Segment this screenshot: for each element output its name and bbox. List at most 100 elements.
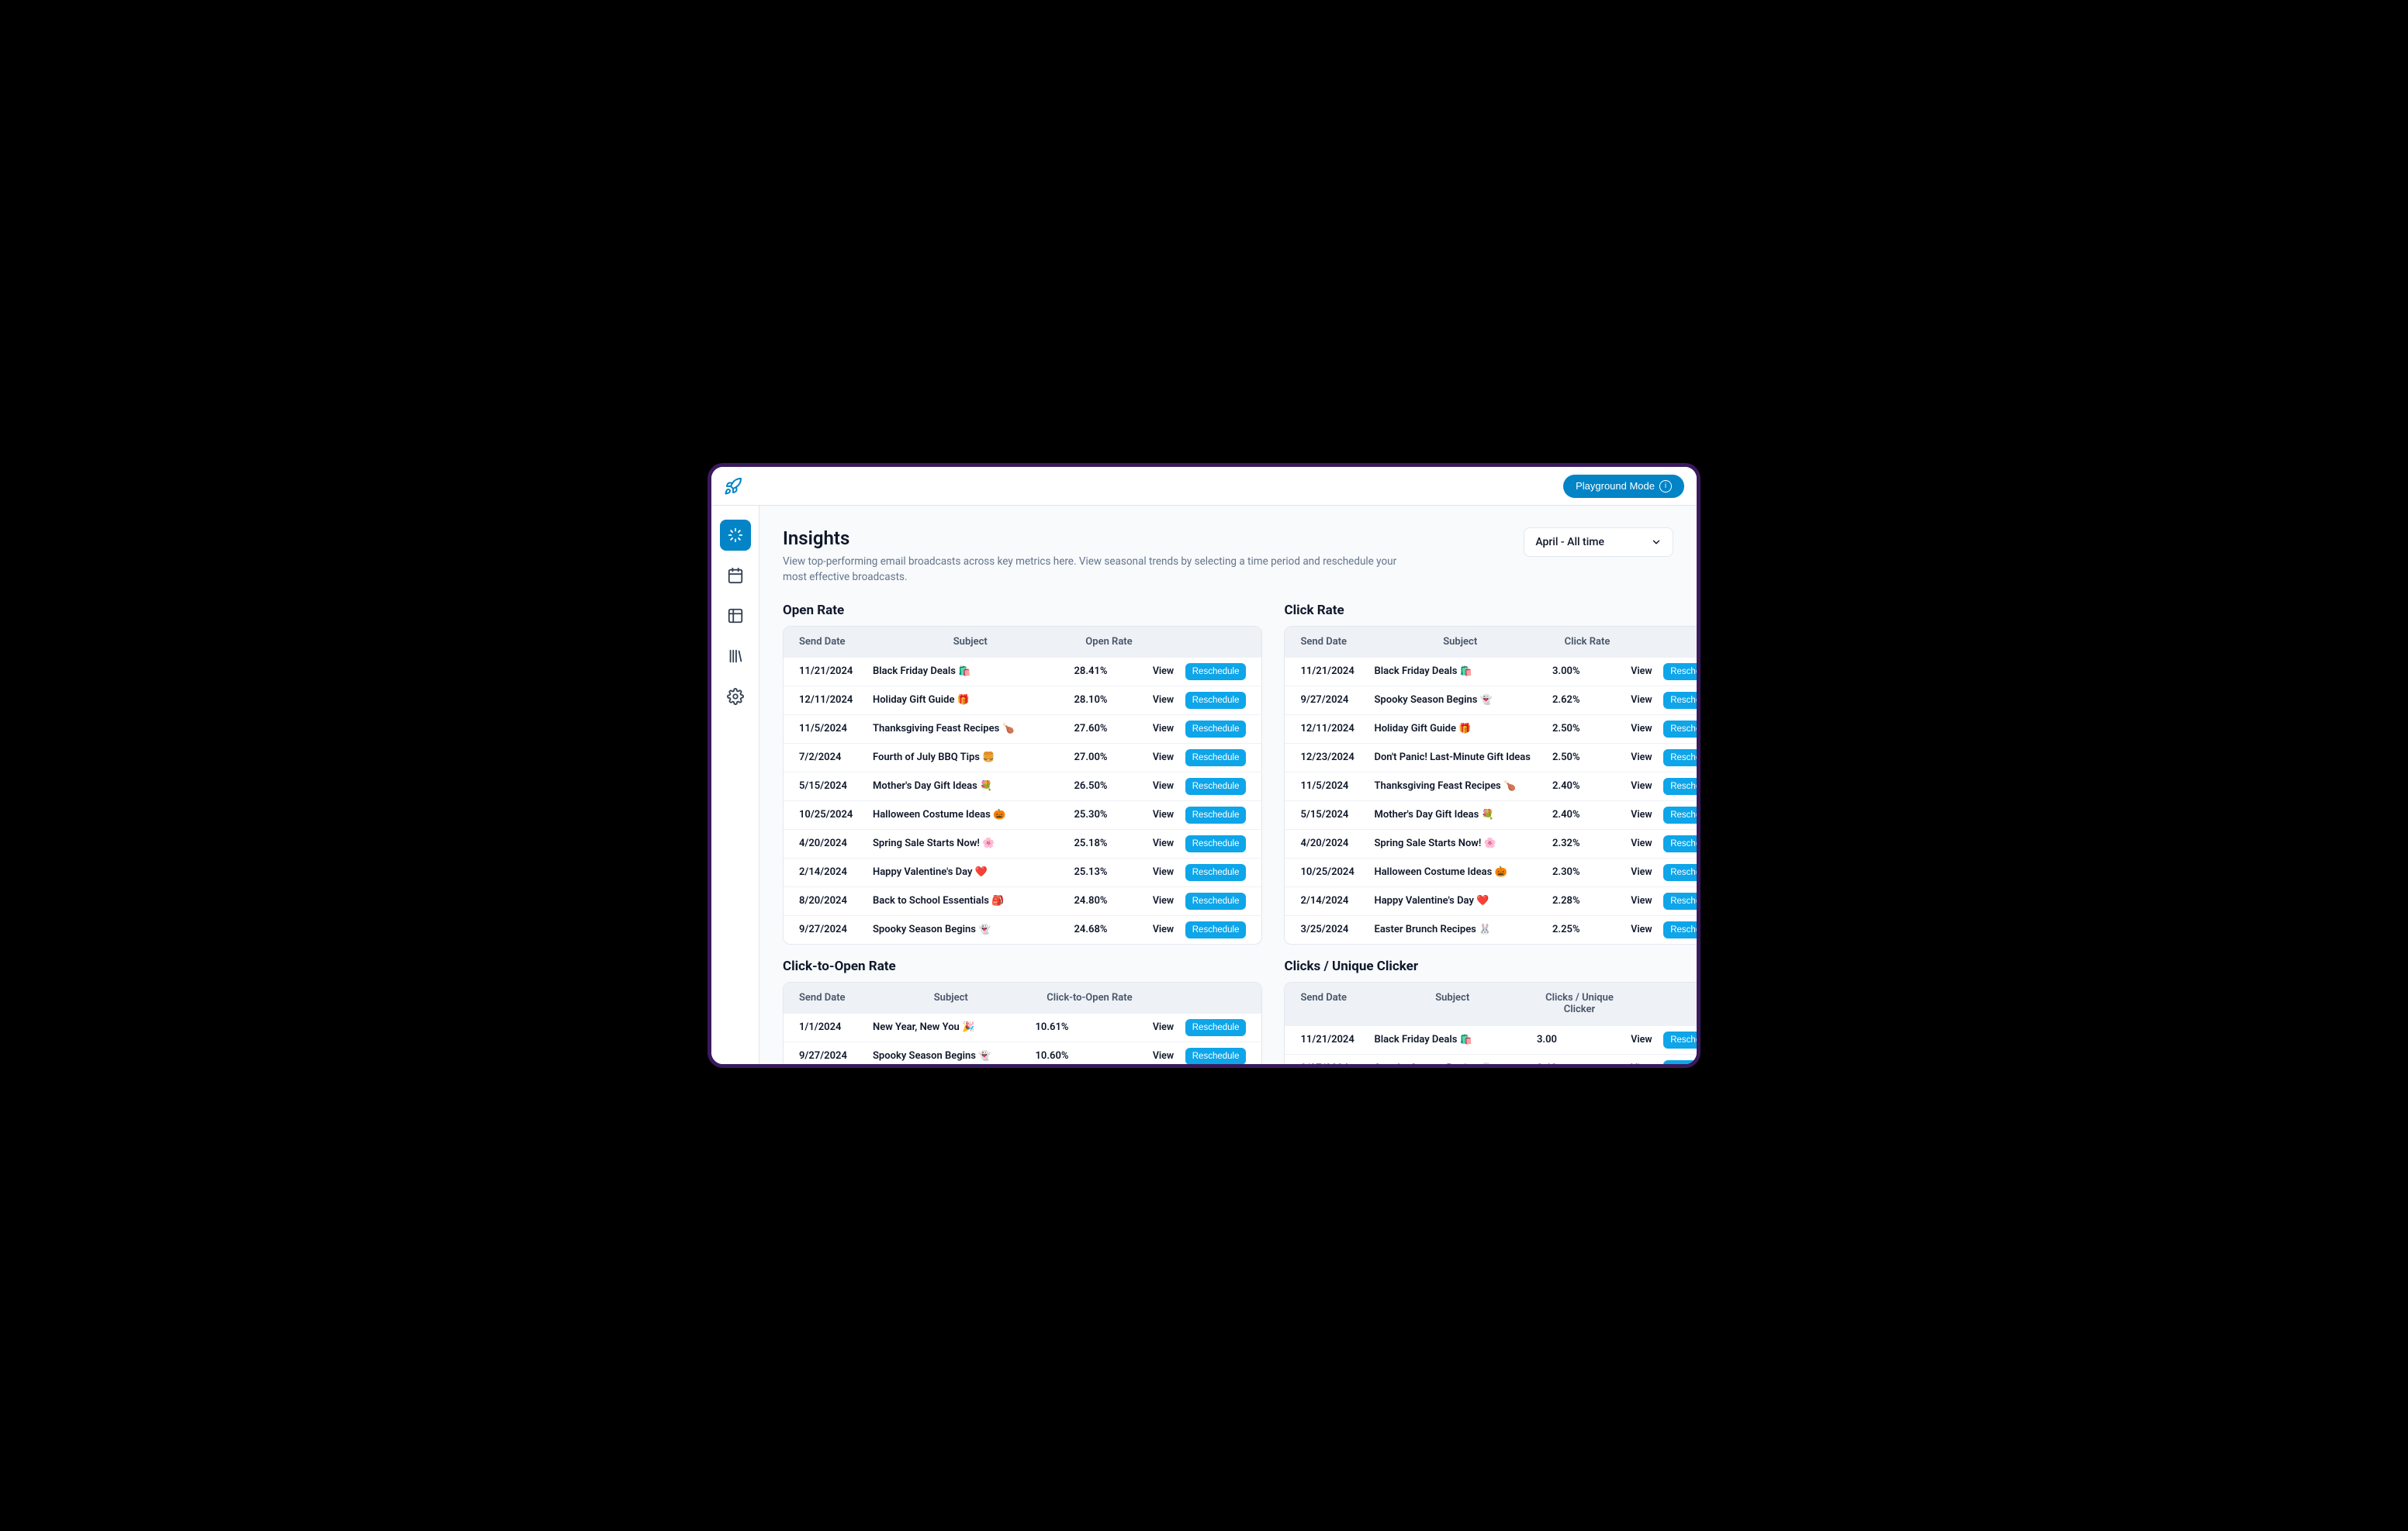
reschedule-button[interactable]: Reschedule <box>1185 692 1247 709</box>
cell-date: 9/27/2024 <box>799 1050 873 1062</box>
reschedule-button[interactable]: Reschedule <box>1663 721 1697 738</box>
table-row: 11/21/2024Black Friday Deals 🛍️28.41%Vie… <box>784 657 1261 686</box>
cell-date: 11/21/2024 <box>1300 1034 1374 1045</box>
reschedule-button[interactable]: Reschedule <box>1185 921 1247 938</box>
reschedule-button[interactable]: Reschedule <box>1185 1019 1247 1036</box>
cell-date: 11/5/2024 <box>1300 780 1374 792</box>
reschedule-button[interactable]: Reschedule <box>1663 692 1697 709</box>
period-select[interactable]: April - All time <box>1524 527 1673 557</box>
sidebar-item-library[interactable] <box>720 641 751 672</box>
view-link[interactable]: View <box>1631 1034 1652 1045</box>
table-row: 4/20/2024Spring Sale Starts Now! 🌸25.18%… <box>784 829 1261 858</box>
reschedule-button[interactable]: Reschedule <box>1185 1048 1247 1065</box>
reschedule-button[interactable]: Reschedule <box>1185 893 1247 910</box>
cell-date: 1/1/2024 <box>799 1021 873 1033</box>
view-link[interactable]: View <box>1153 895 1174 907</box>
reschedule-button[interactable]: Reschedule <box>1185 749 1247 766</box>
reschedule-button[interactable]: Reschedule <box>1185 778 1247 795</box>
cell-metric: 27.00% <box>1074 752 1143 763</box>
sidebar-item-insights[interactable] <box>720 520 751 551</box>
view-link[interactable]: View <box>1153 780 1174 792</box>
header: Playground Mode i <box>711 467 1697 506</box>
view-link[interactable]: View <box>1153 866 1174 878</box>
view-link[interactable]: View <box>1631 752 1652 763</box>
table-row: 11/21/2024Black Friday Deals 🛍️3.00 View R… <box>1285 1025 1697 1054</box>
table-row: 3/25/2024Easter Brunch Recipes 🐰2.25%Vie… <box>1285 915 1697 944</box>
reschedule-button[interactable]: Reschedule <box>1663 807 1697 824</box>
cell-metric: 3.00 <box>1537 1034 1622 1045</box>
cell-subject: Halloween Costume Ideas 🎃 <box>873 809 1074 821</box>
cell-subject: Black Friday Deals 🛍️ <box>1374 1034 1536 1045</box>
reschedule-button[interactable]: Reschedule <box>1663 778 1697 795</box>
reschedule-button[interactable]: Reschedule <box>1185 835 1247 852</box>
cell-date: 4/20/2024 <box>1300 838 1374 849</box>
sidebar-item-settings[interactable] <box>720 681 751 712</box>
cell-date: 12/11/2024 <box>799 694 873 706</box>
table-row: 9/27/2024Spooky Season Begins 👻2.62%View… <box>1285 686 1697 714</box>
reschedule-button[interactable]: Reschedule <box>1663 893 1697 910</box>
cell-subject: Spooky Season Begins 👻 <box>873 1050 1035 1062</box>
col-send-date: Send Date <box>1300 992 1374 1016</box>
reschedule-button[interactable]: Reschedule <box>1185 721 1247 738</box>
cell-subject: Back to School Essentials 🎒 <box>873 895 1074 907</box>
cell-subject: Mother's Day Gift Ideas 💐 <box>873 780 1074 792</box>
view-link[interactable]: View <box>1153 752 1174 763</box>
col-subject: Subject <box>1374 992 1536 1016</box>
view-link[interactable]: View <box>1631 723 1652 734</box>
cell-metric: 3.00% <box>1552 665 1622 677</box>
sparkle-icon <box>727 527 744 544</box>
sidebar-item-table[interactable] <box>720 600 751 631</box>
reschedule-button[interactable]: Reschedule <box>1663 921 1697 938</box>
view-link[interactable]: View <box>1631 895 1652 907</box>
view-link[interactable]: View <box>1153 694 1174 706</box>
reschedule-button[interactable]: Reschedule <box>1663 663 1697 680</box>
reschedule-button[interactable]: Reschedule <box>1663 1032 1697 1049</box>
cell-metric: 24.68% <box>1074 924 1143 935</box>
view-link[interactable]: View <box>1631 694 1652 706</box>
col-metric: Click-to-Open Rate <box>1035 992 1143 1004</box>
reschedule-button[interactable]: Reschedule <box>1663 749 1697 766</box>
view-link[interactable]: View <box>1153 665 1174 677</box>
view-link[interactable]: View <box>1631 665 1652 677</box>
col-metric: Clicks / Unique Clicker <box>1537 992 1622 1016</box>
table-row: 12/23/2024Don't Panic! Last-Minute Gift … <box>1285 743 1697 772</box>
view-link[interactable]: View <box>1153 838 1174 849</box>
view-link[interactable]: View <box>1631 780 1652 792</box>
table-header: Send Date Subject Open Rate <box>784 627 1261 657</box>
cell-metric: 2.32% <box>1552 838 1622 849</box>
cell-date: 9/27/2024 <box>1300 1063 1374 1064</box>
gear-icon <box>727 688 744 705</box>
cell-date: 8/20/2024 <box>799 895 873 907</box>
table-cto-rate: Send Date Subject Click-to-Open Rate 1/1… <box>783 982 1262 1065</box>
view-link[interactable]: View <box>1153 723 1174 734</box>
view-link[interactable]: View <box>1153 809 1174 821</box>
view-link[interactable]: View <box>1153 1021 1174 1033</box>
cell-date: 7/2/2024 <box>799 752 873 763</box>
reschedule-button[interactable]: Reschedule <box>1185 663 1247 680</box>
view-link[interactable]: View <box>1631 809 1652 821</box>
cell-metric: 25.30% <box>1074 809 1143 821</box>
cell-subject: Holiday Gift Guide 🎁 <box>1374 723 1552 734</box>
view-link[interactable]: View <box>1153 924 1174 935</box>
view-link[interactable]: View <box>1631 866 1652 878</box>
view-link[interactable]: View <box>1153 1050 1174 1062</box>
reschedule-button[interactable]: Reschedule <box>1185 807 1247 824</box>
playground-mode-button[interactable]: Playground Mode i <box>1563 475 1684 498</box>
card-title: Open Rate <box>783 603 1262 618</box>
library-icon <box>727 648 744 665</box>
cell-date: 11/21/2024 <box>1300 665 1374 677</box>
cell-metric: 2.62 <box>1537 1063 1622 1064</box>
sidebar-item-calendar[interactable] <box>720 560 751 591</box>
view-link[interactable]: View <box>1631 924 1652 935</box>
view-link[interactable]: View <box>1631 1063 1652 1064</box>
table-row: 7/2/2024Fourth of July BBQ Tips 🍔27.00%V… <box>784 743 1261 772</box>
table-row: 10/25/2024Halloween Costume Ideas 🎃2.30%… <box>1285 858 1697 886</box>
table-row: 10/25/2024Halloween Costume Ideas 🎃25.30… <box>784 800 1261 829</box>
reschedule-button[interactable]: Reschedule <box>1663 1060 1697 1064</box>
reschedule-button[interactable]: Reschedule <box>1663 835 1697 852</box>
reschedule-button[interactable]: Reschedule <box>1663 864 1697 881</box>
card-cto-rate: Click-to-Open Rate Send Date Subject Cli… <box>783 959 1262 1065</box>
reschedule-button[interactable]: Reschedule <box>1185 864 1247 881</box>
view-link[interactable]: View <box>1631 838 1652 849</box>
table-row: 8/20/2024Back to School Essentials 🎒24.8… <box>784 886 1261 915</box>
